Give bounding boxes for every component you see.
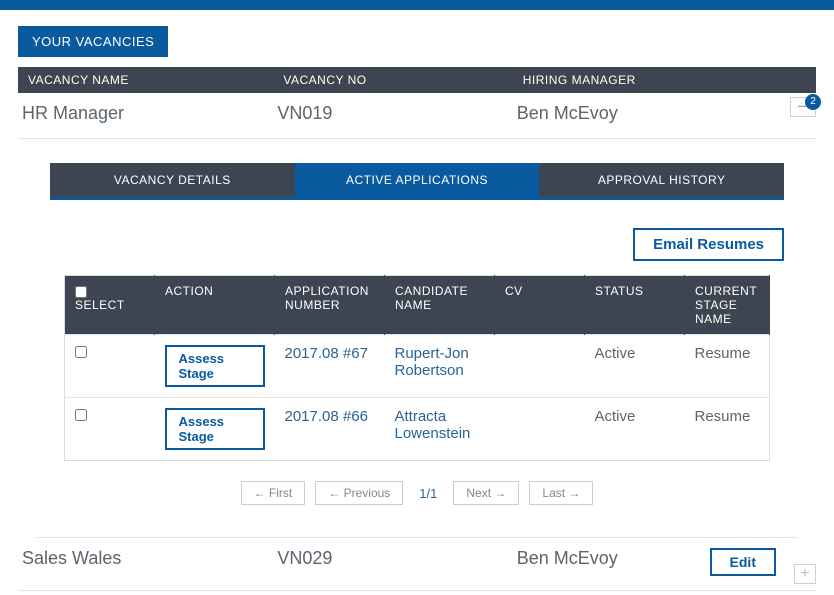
top-bar (0, 0, 834, 10)
assess-stage-button[interactable]: Assess Stage (165, 408, 265, 450)
col-candidate-name: CANDIDATE NAME (385, 276, 495, 335)
tab-active-applications[interactable]: ACTIVE APPLICATIONS (295, 163, 540, 197)
application-row: Assess Stage 2017.08 #67 Rupert-Jon Robe… (65, 335, 770, 398)
vacancy-detail-row: VACANCY DETAILS ACTIVE APPLICATIONS APPR… (18, 139, 816, 539)
expand-button[interactable]: + (794, 564, 816, 584)
pager-label: 1/1 (413, 486, 443, 501)
hiring-manager-cell: Ben McEvoy – 2 (513, 93, 816, 139)
pager-next-button[interactable]: Next → (453, 481, 519, 505)
edit-button[interactable]: Edit (710, 548, 776, 576)
email-resumes-button[interactable]: Email Resumes (633, 228, 784, 261)
col-cv: CV (495, 276, 585, 335)
col-current-stage: CURRENT STAGE NAME (685, 276, 770, 335)
candidate-name-link[interactable]: Attracta Lowenstein (385, 398, 495, 461)
select-all-checkbox[interactable] (75, 286, 87, 298)
col-vacancy-no: VACANCY NO (273, 67, 512, 93)
vacancy-no: VN029 (273, 538, 512, 591)
status-cell: Active (585, 335, 685, 398)
vacancy-name: HR Manager (18, 93, 273, 139)
stage-cell: Resume (685, 335, 770, 398)
plus-icon: + (800, 565, 809, 582)
pager-last-button[interactable]: Last → (529, 481, 593, 505)
collapse-button[interactable]: – 2 (790, 97, 816, 117)
candidate-name-link[interactable]: Rupert-Jon Robertson (385, 335, 495, 398)
panel-actions: Email Resumes (50, 200, 784, 275)
col-select-label: SELECT (75, 298, 125, 312)
hiring-manager: Ben McEvoy (517, 548, 618, 569)
col-vacancy-name: VACANCY NAME (18, 67, 273, 93)
stage-cell: Resume (685, 398, 770, 461)
vacancies-table: VACANCY NAME VACANCY NO HIRING MANAGER H… (18, 67, 816, 591)
col-select: SELECT (65, 276, 155, 335)
row-select-checkbox[interactable] (75, 409, 87, 421)
applications-table: SELECT ACTION APPLICATION NUMBER CANDIDA… (64, 275, 770, 461)
application-row: Assess Stage 2017.08 #66 Attracta Lowens… (65, 398, 770, 461)
applications-count-badge: 2 (805, 94, 821, 110)
vacancy-row: Sales Wales VN029 Ben McEvoy Edit + (18, 538, 816, 591)
vacancy-name: Sales Wales (18, 538, 273, 591)
col-action: ACTION (155, 276, 275, 335)
col-status: STATUS (585, 276, 685, 335)
your-vacancies-button[interactable]: YOUR VACANCIES (18, 26, 168, 57)
assess-stage-button[interactable]: Assess Stage (165, 345, 265, 387)
vacancy-row: HR Manager VN019 Ben McEvoy – 2 (18, 93, 816, 139)
cv-cell (495, 335, 585, 398)
row-select-checkbox[interactable] (75, 346, 87, 358)
vacancy-detail-panel: VACANCY DETAILS ACTIVE APPLICATIONS APPR… (36, 139, 798, 538)
pager-first-button[interactable]: ← First (241, 481, 306, 505)
hiring-manager: Ben McEvoy (517, 103, 618, 123)
pager-prev-button[interactable]: ← Previous (315, 481, 403, 505)
vacancy-no: VN019 (273, 93, 512, 139)
tab-approval-history[interactable]: APPROVAL HISTORY (539, 163, 784, 197)
application-number-link[interactable]: 2017.08 #66 (275, 398, 385, 461)
tab-bar: VACANCY DETAILS ACTIVE APPLICATIONS APPR… (50, 163, 784, 200)
status-cell: Active (585, 398, 685, 461)
tab-vacancy-details[interactable]: VACANCY DETAILS (50, 163, 295, 197)
cv-cell (495, 398, 585, 461)
application-number-link[interactable]: 2017.08 #67 (275, 335, 385, 398)
col-hiring-manager: HIRING MANAGER (513, 67, 816, 93)
hiring-manager-cell: Ben McEvoy Edit + (513, 538, 816, 591)
pager: ← First ← Previous 1/1 Next → Last → (50, 461, 784, 509)
col-application-number: APPLICATION NUMBER (275, 276, 385, 335)
